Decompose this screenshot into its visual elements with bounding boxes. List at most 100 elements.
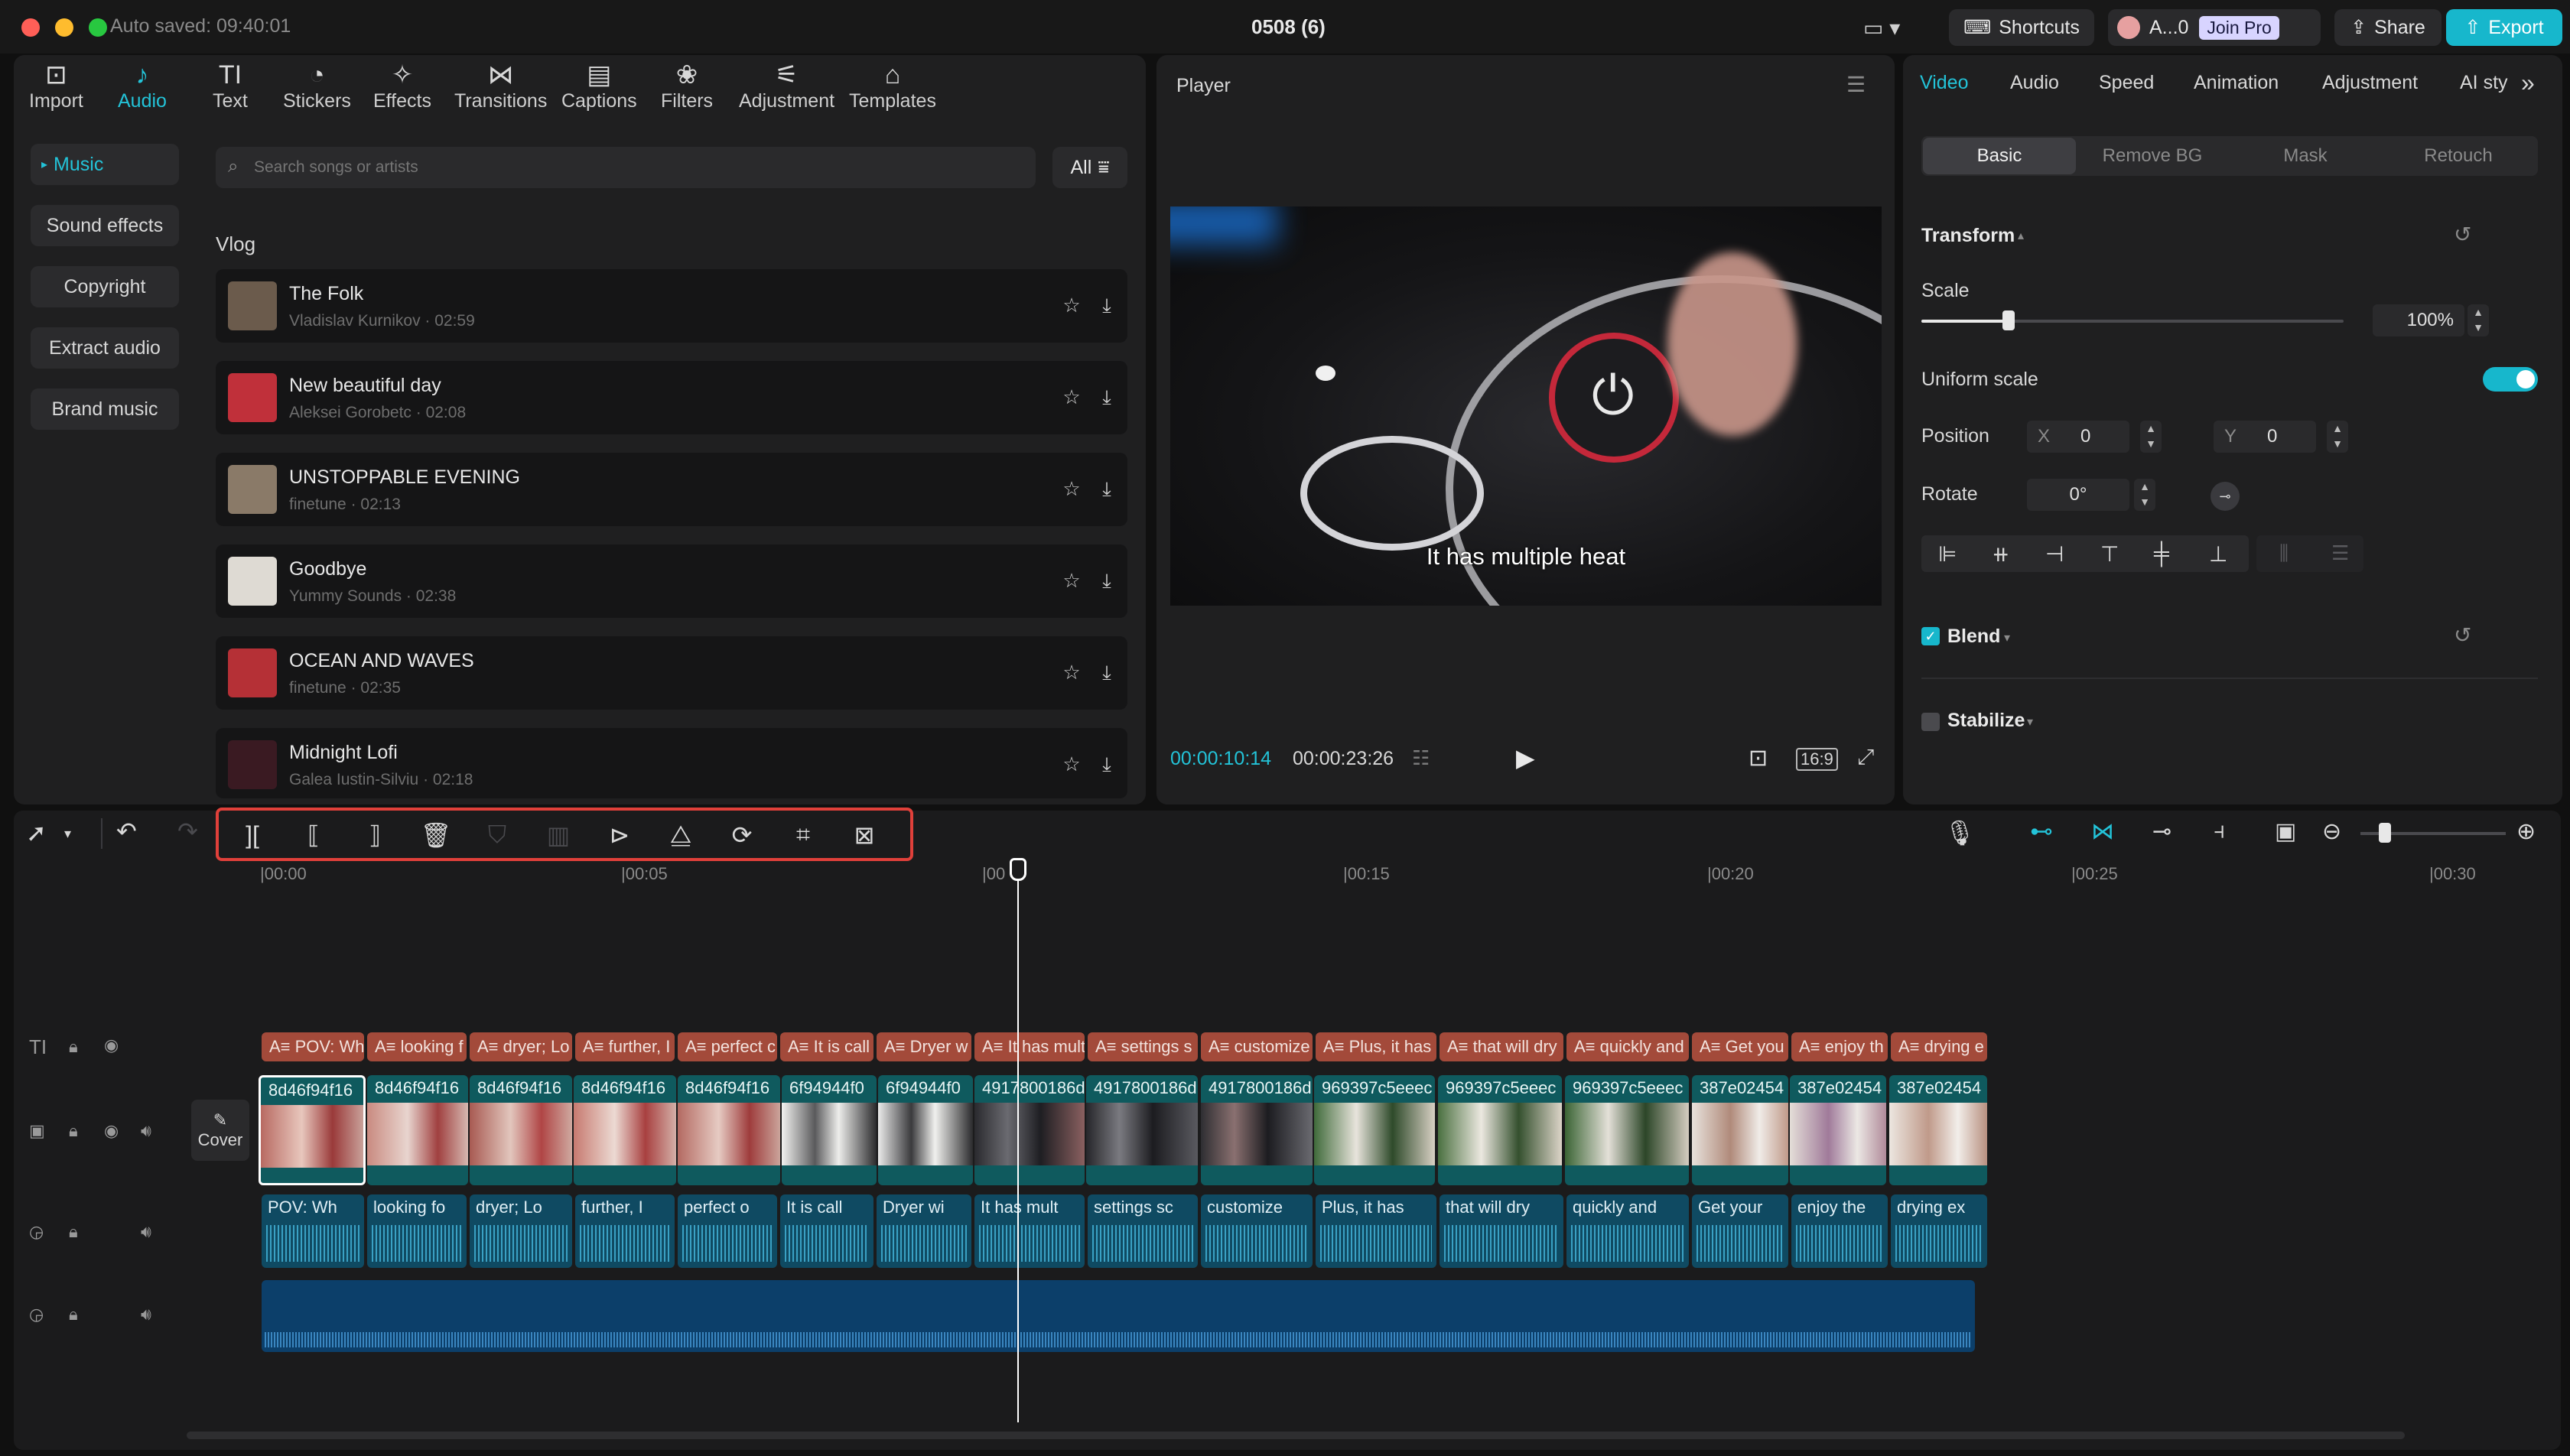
tab-templates[interactable]: ⌂ Templates	[849, 60, 936, 112]
favorite-icon[interactable]: ☆	[1059, 384, 1085, 410]
subtab-remove-bg[interactable]: Remove BG	[2076, 138, 2229, 174]
video-clip[interactable]: 4917800186d	[1086, 1075, 1198, 1185]
subtab-basic[interactable]: Basic	[1923, 138, 2076, 174]
tab-video[interactable]: Video	[1920, 72, 1969, 94]
search-box[interactable]: ⌕	[216, 147, 1036, 188]
video-clip[interactable]: 4917800186d	[974, 1075, 1085, 1185]
audio-clip[interactable]: It has mult	[974, 1194, 1085, 1268]
chevron-down-icon[interactable]: ▾	[64, 826, 71, 842]
favorite-icon[interactable]: ☆	[1059, 659, 1085, 685]
playhead-handle[interactable]	[1010, 858, 1026, 881]
list-item[interactable]: Goodbye Yummy Sounds · 02:38 ☆ ⤓	[216, 544, 1127, 618]
share-button[interactable]: ⇪ Share	[2334, 9, 2442, 46]
crop-icon[interactable]: ⌗	[786, 818, 820, 852]
sidebar-item-copyright[interactable]: Copyright	[31, 266, 179, 307]
sidebar-item-extract-audio[interactable]: Extract audio	[31, 327, 179, 369]
blend-heading[interactable]: Blend	[1947, 626, 2000, 648]
undo-icon[interactable]: ↶	[116, 817, 137, 846]
video-clip[interactable]: 8d46f94f16	[470, 1075, 572, 1185]
scale-input[interactable]: 100%	[2373, 304, 2464, 336]
video-clip[interactable]: 387e02454	[1790, 1075, 1886, 1185]
text-clip[interactable]: A≡ perfect c	[678, 1032, 777, 1061]
microphone-icon[interactable]: 🎙	[1944, 818, 1976, 847]
text-clip[interactable]: A≡ dryer; Lo	[470, 1032, 572, 1061]
layout-icon[interactable]: ▭ ▾	[1863, 15, 1900, 41]
align-bottom-icon[interactable]: ⊥	[2209, 541, 2227, 567]
audio-clip[interactable]: perfect o	[678, 1194, 777, 1268]
maximize-window-button[interactable]	[89, 18, 107, 37]
split-left-icon[interactable]: ⟦	[297, 818, 330, 852]
more-tabs-icon[interactable]: »	[2521, 69, 2535, 97]
play-icon[interactable]: ▶	[1516, 743, 1535, 772]
sidebar-item-sound-effects[interactable]: Sound effects	[31, 205, 179, 246]
video-clip[interactable]: 387e02454	[1692, 1075, 1788, 1185]
tab-speed[interactable]: Speed	[2099, 72, 2154, 94]
fullscreen-icon[interactable]: ⤢	[1857, 745, 1874, 770]
playhead[interactable]	[1017, 860, 1019, 1422]
eye-icon[interactable]: ◉	[104, 1121, 119, 1141]
audio-clip[interactable]: looking fo	[367, 1194, 467, 1268]
audio-clip[interactable]: enjoy the	[1791, 1194, 1888, 1268]
download-icon[interactable]: ⤓	[1094, 659, 1120, 685]
tab-text[interactable]: TI Text	[213, 60, 248, 112]
zoom-handle[interactable]	[2379, 823, 2391, 843]
eye-icon[interactable]: ◉	[104, 1035, 119, 1055]
favorite-icon[interactable]: ☆	[1059, 476, 1085, 502]
audio-clip[interactable]: drying ex	[1891, 1194, 1987, 1268]
join-pro-badge[interactable]: Join Pro	[2199, 15, 2279, 40]
scale-slider-handle[interactable]	[2002, 310, 2015, 330]
text-clip[interactable]: A≡ settings s	[1088, 1032, 1198, 1061]
rotate-icon[interactable]: ⟳	[725, 818, 759, 852]
search-input[interactable]	[254, 154, 1004, 180]
subtab-mask[interactable]: Mask	[2229, 138, 2382, 174]
reset-icon[interactable]: ↺	[2454, 222, 2471, 247]
lock-icon[interactable]: 🔒︎	[69, 1037, 78, 1057]
tab-transitions[interactable]: ⋈ Transitions	[454, 60, 547, 112]
position-x-input[interactable]: X0	[2027, 421, 2129, 453]
fit-screen-icon[interactable]: ⊡	[1749, 745, 1768, 772]
video-clip[interactable]: 6f94944f0	[878, 1075, 973, 1185]
favorite-icon[interactable]: ☆	[1059, 751, 1085, 777]
text-clip[interactable]: A≡ It is call	[780, 1032, 873, 1061]
text-clip[interactable]: A≡ that will dry	[1440, 1032, 1563, 1061]
list-item[interactable]: UNSTOPPABLE EVENING finetune · 02:13 ☆ ⤓	[216, 453, 1127, 526]
zoom-out-icon[interactable]: ⊖	[2322, 818, 2341, 845]
text-clip[interactable]: A≡ further, I	[575, 1032, 675, 1061]
align-top-icon[interactable]: ⊤	[2100, 541, 2119, 567]
audio-clip[interactable]: quickly and	[1566, 1194, 1689, 1268]
align-right-icon[interactable]: ⊣	[2045, 541, 2064, 567]
video-clip[interactable]: 969397c5eeec	[1438, 1075, 1562, 1185]
text-clip[interactable]: A≡ Plus, it has	[1316, 1032, 1436, 1061]
blend-expand-icon[interactable]: ▾	[2004, 630, 2010, 645]
video-clip-selected[interactable]: 8d46f94f16	[259, 1075, 366, 1185]
tab-animation[interactable]: Animation	[2194, 72, 2279, 94]
align-center-h-icon[interactable]: ⧺	[1992, 541, 2009, 567]
favorite-icon[interactable]: ☆	[1059, 567, 1085, 593]
video-preview[interactable]: ⏻ It has multiple heat	[1170, 206, 1882, 606]
position-y-stepper[interactable]: ▲ ▼	[2327, 421, 2348, 453]
download-icon[interactable]: ⤓	[1094, 751, 1120, 777]
sidebar-item-brand-music[interactable]: Brand music	[31, 388, 179, 430]
tab-adjustment[interactable]: ⚟ Adjustment	[739, 60, 834, 112]
volume-icon[interactable]: 🔊︎	[141, 1222, 151, 1242]
audio-clip[interactable]: further, I	[575, 1194, 675, 1268]
stabilize-checkbox[interactable]	[1921, 713, 1940, 731]
list-item[interactable]: OCEAN AND WAVES finetune · 02:35 ☆ ⤓	[216, 636, 1127, 710]
volume-icon[interactable]: 🔊︎	[141, 1121, 151, 1141]
text-clip[interactable]: A≡ drying e	[1891, 1032, 1987, 1061]
tab-ai-style[interactable]: AI sty	[2460, 72, 2509, 94]
video-clip[interactable]: 387e02454	[1889, 1075, 1987, 1185]
text-clip[interactable]: A≡ Get you	[1692, 1032, 1788, 1061]
preview-axis-icon[interactable]: ⫞	[2214, 818, 2225, 844]
select-tool-icon[interactable]: ➚	[26, 818, 47, 847]
lock-icon[interactable]: 🔒︎	[69, 1305, 78, 1324]
blend-checkbox[interactable]: ✓	[1921, 627, 1940, 645]
tab-audio[interactable]: ♪ Audio	[118, 60, 167, 112]
tab-captions[interactable]: ▤ Captions	[561, 60, 637, 112]
account-button[interactable]: A...0 Join Pro	[2108, 9, 2321, 46]
audio-clip[interactable]: dryer; Lo	[470, 1194, 572, 1268]
download-icon[interactable]: ⤓	[1094, 292, 1120, 318]
thumbnail-icon[interactable]: ▣	[2275, 818, 2296, 845]
list-item[interactable]: New beautiful day Aleksei Gorobetc · 02:…	[216, 361, 1127, 434]
video-clip[interactable]: 8d46f94f16	[678, 1075, 780, 1185]
